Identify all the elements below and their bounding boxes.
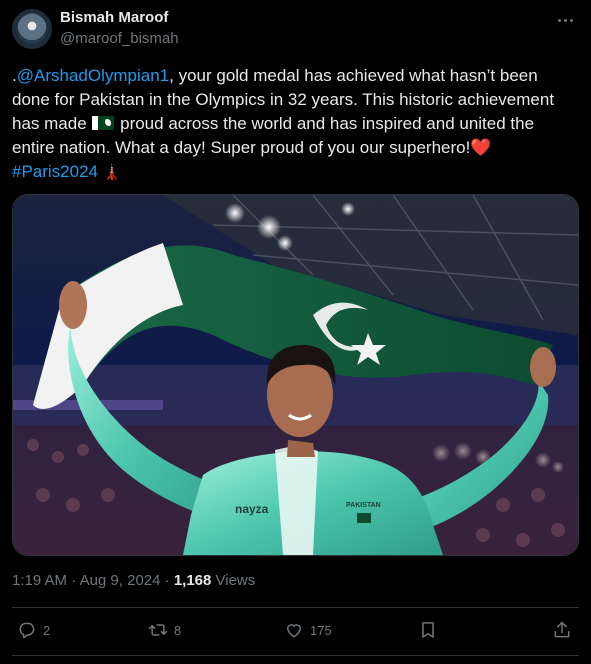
reply-icon <box>19 622 35 639</box>
hashtag-link[interactable]: #Paris2024 <box>12 162 98 181</box>
bookmark-button[interactable] <box>418 620 438 640</box>
reply-count: 2 <box>43 622 51 638</box>
author-name[interactable]: Bismah Maroof <box>60 9 168 26</box>
meta-separator: · <box>160 572 174 589</box>
views-count: 1,168 <box>173 572 212 589</box>
bookmark-icon <box>422 622 434 638</box>
heart-icon <box>287 624 301 638</box>
post-time[interactable]: 1:19 AM <box>12 572 67 589</box>
like-button[interactable]: 175 <box>284 620 332 640</box>
tweet: Bismah Maroof @maroof_bismah .@ArshadOly… <box>0 0 591 664</box>
like-count: 175 <box>310 622 332 638</box>
post-photo[interactable]: nayza PAKISTAN <box>12 194 579 556</box>
repost-count: 8 <box>174 622 182 638</box>
meta-separator: · <box>67 572 80 589</box>
action-bar: 2 8 175 <box>0 608 591 655</box>
post-meta: 1:19 AM · Aug 9, 2024 · 1,168 Views <box>12 572 255 589</box>
tweet-text: .@ArshadOlympian1, your gold medal has a… <box>12 64 577 185</box>
athlete-photo-illustration: nayza PAKISTAN <box>13 195 578 555</box>
repost-button[interactable]: 8 <box>148 620 181 640</box>
more-options-icon[interactable] <box>553 10 577 30</box>
jacket-brand-text: nayza <box>235 502 269 516</box>
avatar[interactable] <box>12 9 52 49</box>
share-icon <box>554 621 570 638</box>
pakistan-flag-icon <box>92 116 115 130</box>
heart-emoji: ❤️ <box>470 138 492 157</box>
repost-icon <box>148 624 168 636</box>
share-button[interactable] <box>552 620 572 640</box>
jacket-country-text: PAKISTAN <box>346 502 381 509</box>
post-date[interactable]: Aug 9, 2024 <box>80 572 161 589</box>
eiffel-tower-emoji: 🗼 <box>102 164 122 181</box>
mention-link[interactable]: @ArshadOlympian1 <box>17 66 169 85</box>
author-handle[interactable]: @maroof_bismah <box>60 30 179 47</box>
views-label: Views <box>211 572 256 589</box>
divider <box>12 655 579 656</box>
reply-button[interactable]: 2 <box>17 620 50 640</box>
